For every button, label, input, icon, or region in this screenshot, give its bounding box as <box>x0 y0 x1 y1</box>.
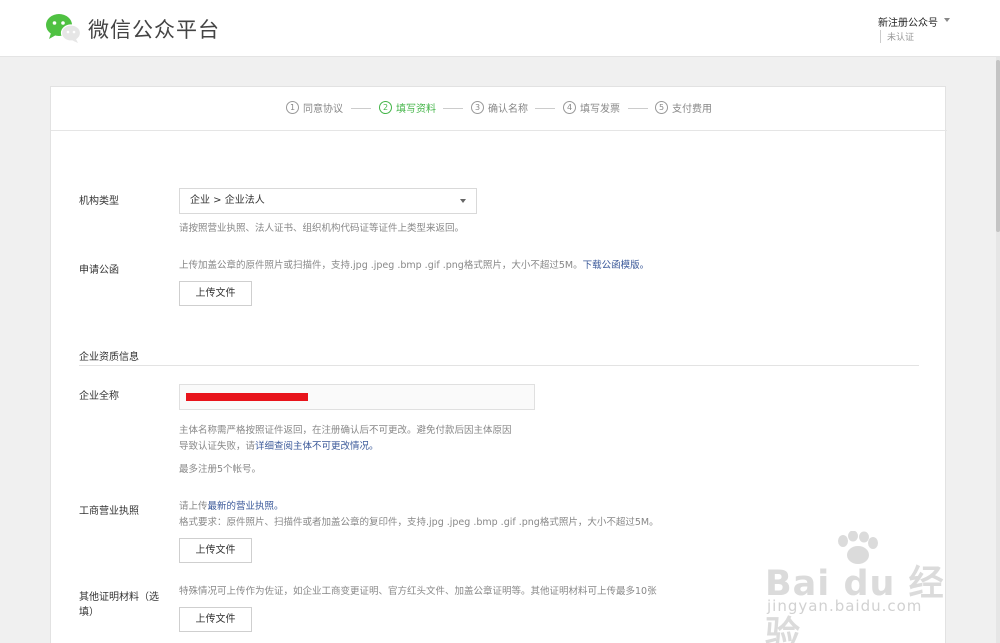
step-number: 4 <box>563 101 576 114</box>
license-hint: 请上传最新的营业执照。 <box>179 499 284 515</box>
step-divider <box>535 108 555 109</box>
step-fill-info: 2 填写资料 <box>379 100 436 115</box>
full-name-label: 企业全称 <box>79 391 119 402</box>
full-name-hint-3: 最多注册5个帐号。 <box>179 464 262 475</box>
license-label: 工商营业执照 <box>79 506 139 517</box>
account-menu[interactable]: 新注册公众号 <box>878 14 950 29</box>
step-divider <box>443 108 463 109</box>
chevron-down-icon <box>944 18 950 22</box>
step-payment: 5 支付费用 <box>655 100 712 115</box>
other-label-1: 其他证明材料（选 <box>79 592 159 603</box>
step-invoice: 4 填写发票 <box>563 100 620 115</box>
step-label: 确认名称 <box>488 104 528 115</box>
other-hint: 特殊情况可上传作为佐证，如企业工商变更证明、官方红头文件、加盖公章证明等。其他证… <box>179 586 657 597</box>
step-number: 5 <box>655 101 668 114</box>
upload-other-button[interactable]: 上传文件 <box>179 607 252 632</box>
latest-license-link[interactable]: 最新的营业执照。 <box>208 501 284 512</box>
step-confirm-name: 3 确认名称 <box>471 100 528 115</box>
brand-title: 微信公众平台 <box>88 18 220 42</box>
letter-hint: 上传加盖公章的原件照片或扫描件，支持.jpg .jpeg .bmp .gif .… <box>179 258 649 274</box>
step-label: 填写发票 <box>580 104 620 115</box>
full-name-hint-prefix: 导致认证失败，请 <box>179 441 256 452</box>
chevron-down-icon <box>460 199 466 203</box>
verify-status: 未认证 <box>879 30 914 43</box>
registration-panel: 1 同意协议 2 填写资料 3 确认名称 4 填写发票 5 支付费用 机构类型 … <box>50 86 947 643</box>
top-bar: 微信公众平台 新注册公众号 未认证 <box>0 0 1000 57</box>
org-type-select[interactable]: 企业 > 企业法人 <box>179 188 477 214</box>
step-divider <box>351 108 371 109</box>
org-type-value: 企业 > 企业法人 <box>190 195 265 206</box>
step-divider <box>628 108 648 109</box>
step-number: 1 <box>286 101 299 114</box>
license-format-hint: 格式要求：原件照片、扫描件或者加盖公章的复印件，支持.jpg .jpeg .bm… <box>179 517 659 528</box>
redaction-mark <box>186 393 308 401</box>
full-name-hint-2: 导致认证失败，请详细查阅主体不可更改情况。 <box>179 439 379 455</box>
unchangeable-cases-link[interactable]: 详细查阅主体不可更改情况。 <box>255 441 379 452</box>
other-label-2: 填） <box>79 607 99 618</box>
step-number: 2 <box>379 101 392 114</box>
download-template-link[interactable]: 下载公函模版。 <box>583 260 650 271</box>
step-label: 填写资料 <box>396 104 436 115</box>
org-type-hint: 请按照营业执照、法人证书、组织机构代码证等证件上类型来返回。 <box>179 223 465 234</box>
upload-license-button[interactable]: 上传文件 <box>179 538 252 563</box>
letter-label: 申请公函 <box>79 265 119 276</box>
upload-letter-button[interactable]: 上传文件 <box>179 281 252 306</box>
org-type-label: 机构类型 <box>79 196 119 207</box>
full-name-hint-1: 主体名称需严格按照证件返回，在注册确认后不可更改。避免付款后因主体原因 <box>179 425 512 436</box>
step-number: 3 <box>471 101 484 114</box>
wechat-logo-icon <box>46 14 82 43</box>
step-label: 支付费用 <box>672 104 712 115</box>
license-hint-prefix: 请上传 <box>179 501 208 512</box>
section-title: 企业资质信息 <box>79 352 139 363</box>
step-label: 同意协议 <box>303 104 343 115</box>
step-agree: 1 同意协议 <box>286 100 343 115</box>
step-progress: 1 同意协议 2 填写资料 3 确认名称 4 填写发票 5 支付费用 <box>51 87 947 131</box>
section-divider <box>79 365 919 366</box>
account-name: 新注册公众号 <box>878 18 938 29</box>
company-name-input[interactable] <box>179 384 535 410</box>
letter-hint-text: 上传加盖公章的原件照片或扫描件，支持.jpg .jpeg .bmp .gif .… <box>179 260 583 271</box>
scrollbar-thumb[interactable] <box>996 60 1000 232</box>
